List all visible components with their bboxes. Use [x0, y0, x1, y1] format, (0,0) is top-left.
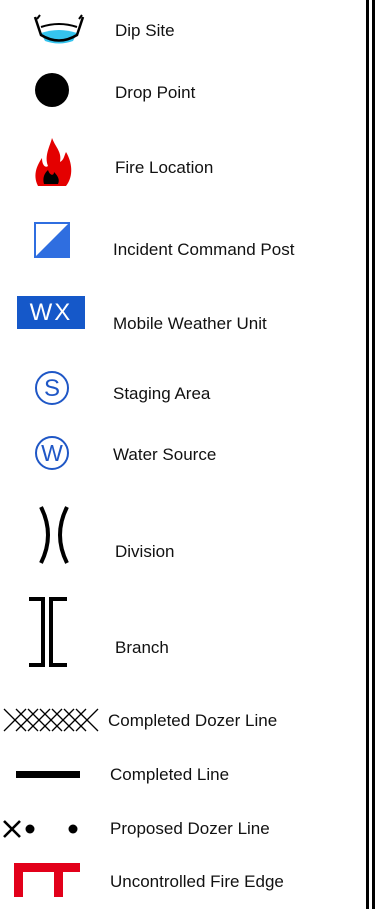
- division-icon: [39, 506, 69, 564]
- water-source-icon-text: W: [41, 440, 63, 466]
- staging-area-icon: S: [35, 371, 69, 405]
- legend-label-completed-dozer-line: Completed Dozer Line: [108, 711, 278, 730]
- legend-label-drop-point: Drop Point: [115, 83, 196, 102]
- legend-label-fire-location: Fire Location: [115, 158, 214, 177]
- fire-location-icon: [35, 138, 72, 186]
- legend-label-water-source: Water Source: [113, 445, 217, 464]
- drop-point-icon: [35, 73, 69, 107]
- legend-border: [366, 0, 369, 909]
- branch-icon: [29, 597, 67, 667]
- legend-label-division: Division: [115, 542, 175, 561]
- completed-line-icon: [16, 771, 80, 778]
- legend-border-inner: [372, 0, 375, 909]
- staging-area-icon-text: S: [44, 375, 60, 402]
- legend-label-uncontrolled-fire-edge: Uncontrolled Fire Edge: [110, 872, 284, 891]
- mobile-weather-unit-icon: WX: [17, 296, 85, 329]
- proposed-dozer-line-icon: [3, 820, 78, 838]
- legend-label-incident-command-post: Incident Command Post: [113, 240, 295, 259]
- legend-label-completed-line: Completed Line: [110, 765, 230, 784]
- completed-dozer-line-icon: [3, 708, 99, 732]
- dip-site-icon: [33, 14, 85, 44]
- legend-label-mobile-weather-unit: Mobile Weather Unit: [113, 314, 267, 333]
- map-legend: Dip Site Drop Point Fire Location Incide…: [0, 0, 376, 909]
- uncontrolled-fire-edge-icon: [14, 863, 80, 897]
- legend-label-proposed-dozer-line: Proposed Dozer Line: [110, 819, 270, 838]
- water-source-icon: W: [35, 436, 69, 470]
- legend-label-dip-site: Dip Site: [115, 21, 175, 40]
- legend-label-staging-area: Staging Area: [113, 384, 211, 403]
- legend-label-branch: Branch: [115, 638, 169, 657]
- incident-command-post-icon: [34, 222, 70, 258]
- mobile-weather-unit-icon-text: WX: [29, 299, 73, 326]
